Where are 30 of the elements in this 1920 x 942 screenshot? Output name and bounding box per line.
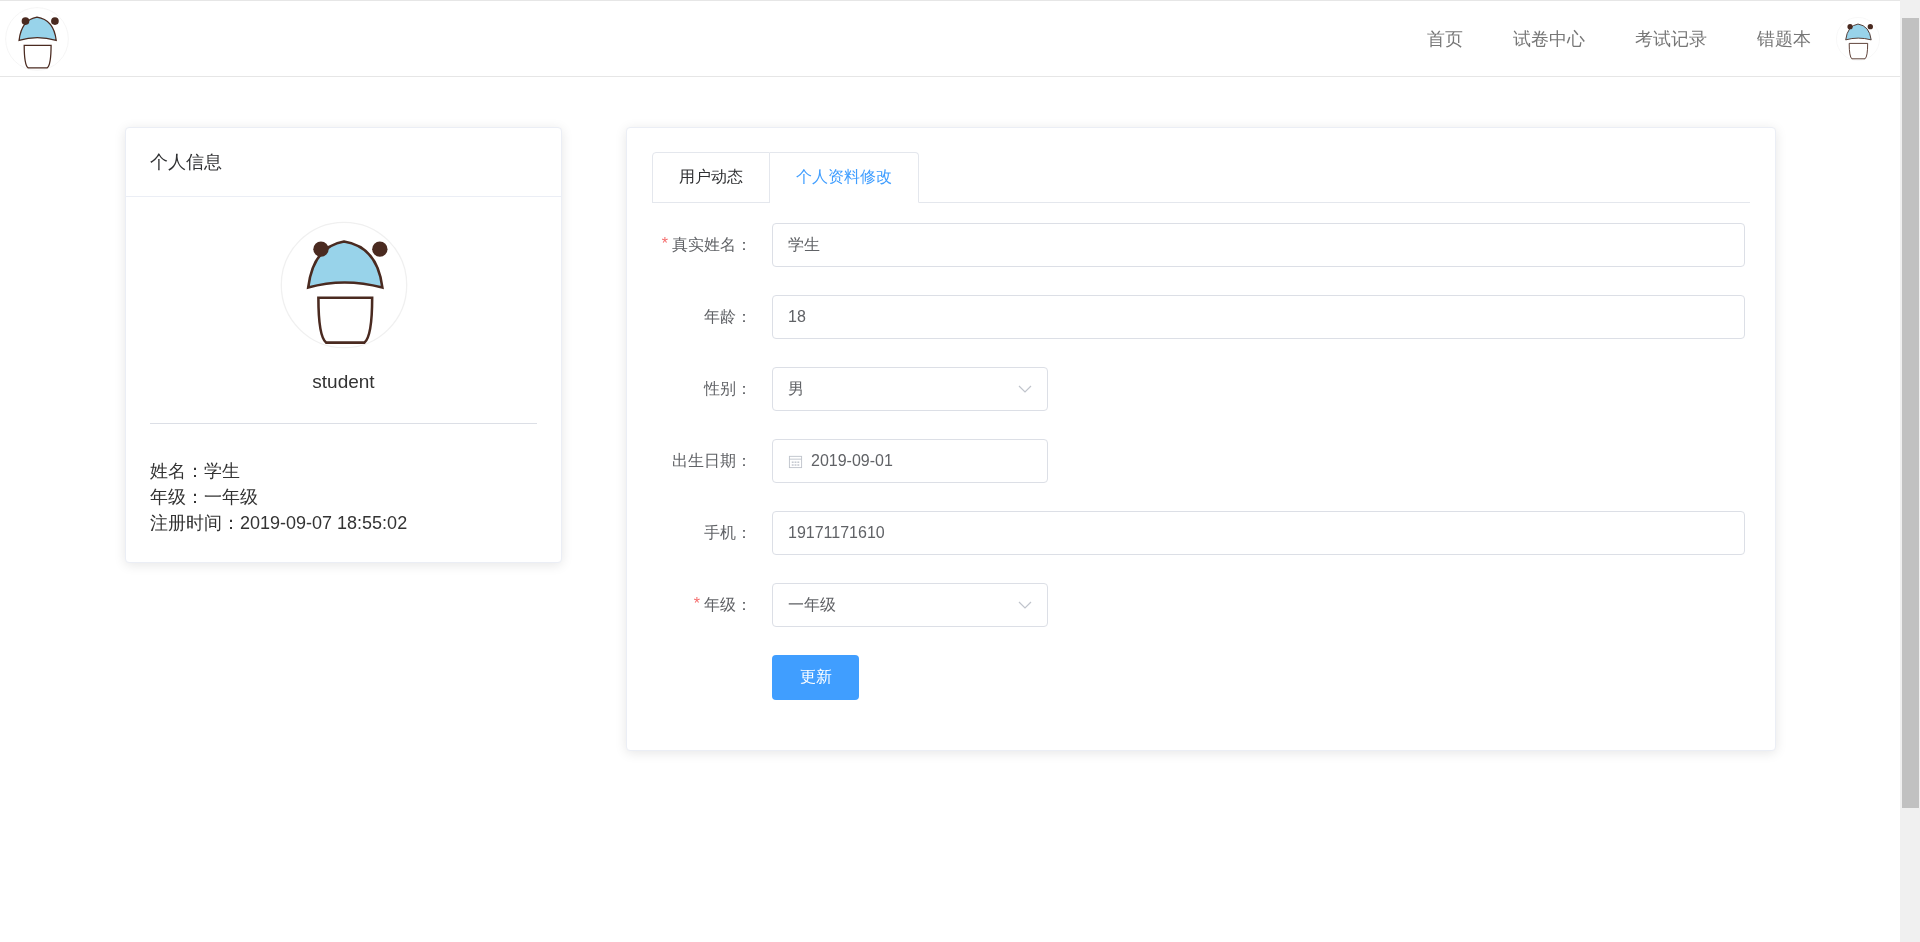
card-title: 个人信息 [150,152,222,172]
input-field[interactable]: 学生 [772,223,1745,267]
chevron-down-icon [1018,385,1032,393]
avatar [5,6,69,71]
scrollbar[interactable] [1900,0,1920,942]
field-label: 性别： [704,378,752,399]
field-label: 出生日期： [672,450,752,471]
select-field[interactable]: 一年级 [772,583,1048,627]
nav-link[interactable]: 首页 [1402,26,1488,51]
nav-link[interactable]: 错题本 [1732,26,1836,51]
date-field[interactable]: 2019-09-01 [772,439,1048,483]
tab[interactable]: 用户动态 [652,152,770,203]
select-field[interactable]: 男 [772,367,1048,411]
field-label: 手机： [704,522,752,543]
nav-link[interactable]: 试卷中心 [1488,26,1610,51]
profile-detail: 年级：一年级 [150,486,259,509]
username: student [312,371,375,393]
input-field[interactable]: 18 [772,295,1745,339]
chevron-down-icon [1018,601,1032,609]
calendar-icon [788,453,803,469]
input-field[interactable]: 19171171610 [772,511,1745,555]
field-label: 年龄： [704,306,752,327]
required-mark: * [661,234,668,254]
field-label: 真实姓名： [672,234,752,255]
required-mark: * [693,594,700,614]
nav-link[interactable]: 考试记录 [1610,26,1732,51]
profile-detail: 注册时间：2019-09-07 18:55:02 [150,512,409,535]
field-label: 年级： [704,594,752,615]
profile-detail: 姓名：学生 [150,460,241,483]
avatar [1836,16,1880,61]
